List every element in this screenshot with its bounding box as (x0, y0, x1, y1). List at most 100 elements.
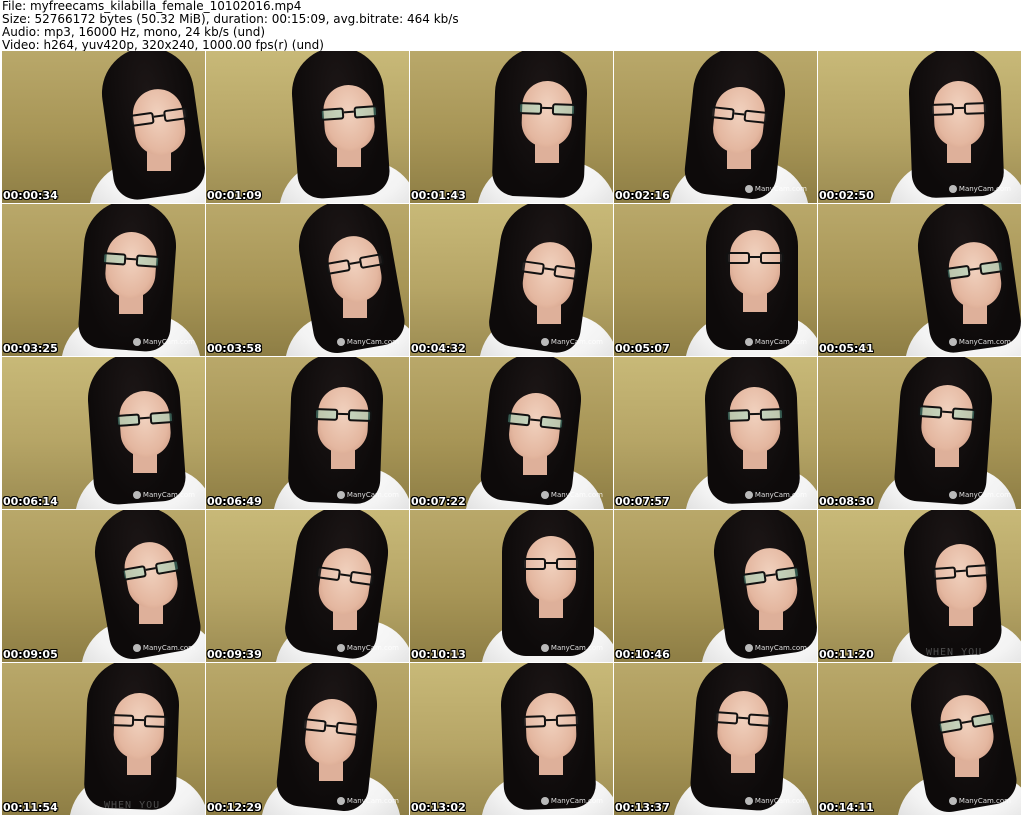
thumbnail-timestamp: 00:07:22 (411, 495, 466, 508)
glasses-lens (319, 107, 345, 122)
watermark-text: ManyCam.com (754, 644, 807, 652)
camera-logo-icon (132, 644, 141, 652)
thumbnail-timestamp: 00:00:34 (3, 189, 58, 202)
glasses-bridge (955, 569, 966, 573)
camera-logo-icon (540, 644, 549, 652)
manycam-watermark: ManyCam.com (540, 797, 603, 805)
manycam-watermark: ManyCam.com (336, 797, 399, 805)
glasses-lens (741, 570, 767, 586)
watermark-text: ManyCam.com (142, 338, 195, 346)
watermark-text: ManyCam.com (754, 797, 807, 805)
glasses-lens (965, 563, 991, 578)
video-thumbnail: ManyCam.com 00:14:11 (818, 663, 1021, 815)
manycam-watermark: ManyCam.com (336, 644, 399, 652)
glasses-bridge (545, 718, 556, 722)
glasses-lens (917, 404, 943, 419)
shirt-print-text: WHEN YOU (104, 800, 161, 811)
video-thumbnail: WHEN YOU 00:11:20 (818, 510, 1021, 662)
camera-logo-icon (948, 491, 957, 499)
watermark-text: ManyCam.com (550, 644, 603, 652)
video-thumbnail: ManyCam.com 00:12:29 (206, 663, 409, 815)
thumbnail-timestamp: 00:03:25 (3, 342, 58, 355)
video-thumbnail: ManyCam.com 00:13:02 (410, 663, 613, 815)
glasses (517, 101, 577, 118)
manycam-watermark: ManyCam.com (744, 797, 807, 805)
glasses-lens (109, 713, 135, 727)
glasses-bridge (734, 112, 745, 116)
video-thumbnail: ManyCam.com 00:10:13 (410, 510, 613, 662)
video-thumbnail: ManyCam.com 00:06:14 (2, 357, 205, 509)
glasses-lens (101, 251, 127, 266)
glasses-lens (774, 566, 801, 582)
glasses-bridge (139, 416, 150, 420)
video-thumbnail: ManyCam.com 00:08:30 (818, 357, 1021, 509)
glasses-bridge (145, 567, 156, 571)
glasses (521, 713, 581, 730)
thumbnail-timestamp: 00:06:49 (207, 495, 262, 508)
watermark-text: ManyCam.com (346, 644, 399, 652)
glasses-lens (970, 712, 997, 729)
thumbnail-timestamp: 00:10:46 (615, 648, 670, 661)
glasses-lens (713, 710, 739, 725)
glasses-lens (747, 713, 773, 728)
manycam-watermark: ManyCam.com (744, 338, 807, 346)
glasses-bridge (349, 261, 360, 265)
glasses-lens (931, 566, 957, 581)
video-thumbnail: ManyCam.com 00:13:37 (614, 663, 817, 815)
glasses-lens (522, 558, 546, 570)
glasses-bridge (969, 267, 980, 271)
glasses-bridge (544, 267, 555, 271)
watermark-text: ManyCam.com (142, 644, 195, 652)
glasses-lens (945, 264, 971, 280)
glasses-lens (978, 260, 1005, 276)
thumbnail-timestamp: 00:03:58 (207, 342, 262, 355)
camera-logo-icon (744, 185, 753, 193)
video-thumbnail: 00:00:34 (2, 51, 205, 203)
manycam-watermark: ManyCam.com (948, 185, 1011, 193)
glasses-lens (556, 558, 580, 570)
glasses-lens (521, 715, 547, 729)
watermark-text: ManyCam.com (550, 491, 603, 499)
camera-logo-icon (744, 644, 753, 652)
camera-logo-icon (132, 338, 141, 346)
video-thumbnail: ManyCam.com 00:04:32 (410, 204, 613, 356)
manycam-watermark: ManyCam.com (948, 338, 1011, 346)
video-thumbnail: ManyCam.com 00:07:22 (410, 357, 613, 509)
camera-logo-icon (744, 491, 753, 499)
manycam-watermark: ManyCam.com (744, 491, 807, 499)
glasses-lens (335, 721, 361, 737)
manycam-watermark: ManyCam.com (540, 644, 603, 652)
glasses-lens (121, 564, 147, 581)
thumbnail-timestamp: 00:09:05 (3, 648, 58, 661)
thumbnail-timestamp: 00:04:32 (411, 342, 466, 355)
glasses-lens (353, 104, 379, 119)
glasses-lens (349, 570, 375, 586)
watermark-text: ManyCam.com (958, 185, 1011, 193)
camera-logo-icon (744, 797, 753, 805)
glasses (725, 407, 785, 424)
camera-logo-icon (540, 338, 549, 346)
glasses-lens (539, 415, 565, 431)
glasses-bridge (749, 412, 760, 416)
camera-logo-icon (336, 797, 345, 805)
glasses-bridge (126, 257, 137, 261)
camera-logo-icon (540, 491, 549, 499)
glasses-lens (143, 715, 169, 729)
glasses-lens (517, 101, 543, 115)
glasses-bridge (343, 110, 354, 114)
manycam-watermark: ManyCam.com (948, 797, 1011, 805)
video-thumbnail: ManyCam.com 00:05:41 (818, 204, 1021, 356)
glasses-bridge (942, 410, 953, 414)
watermark-text: ManyCam.com (550, 797, 603, 805)
video-thumbnail: ManyCam.com 00:09:39 (206, 510, 409, 662)
camera-logo-icon (948, 185, 957, 193)
video-thumbnail: ManyCam.com 00:07:57 (614, 357, 817, 509)
video-thumbnail: ManyCam.com 00:02:16 (614, 51, 817, 203)
watermark-text: ManyCam.com (754, 338, 807, 346)
camera-logo-icon (336, 491, 345, 499)
glasses (522, 558, 580, 572)
glasses-lens (115, 413, 141, 428)
video-thumbnail: WHEN YOU 00:11:54 (2, 663, 205, 815)
thumbnail-timestamp: 00:05:07 (615, 342, 670, 355)
thumbnail-timestamp: 00:08:30 (819, 495, 874, 508)
